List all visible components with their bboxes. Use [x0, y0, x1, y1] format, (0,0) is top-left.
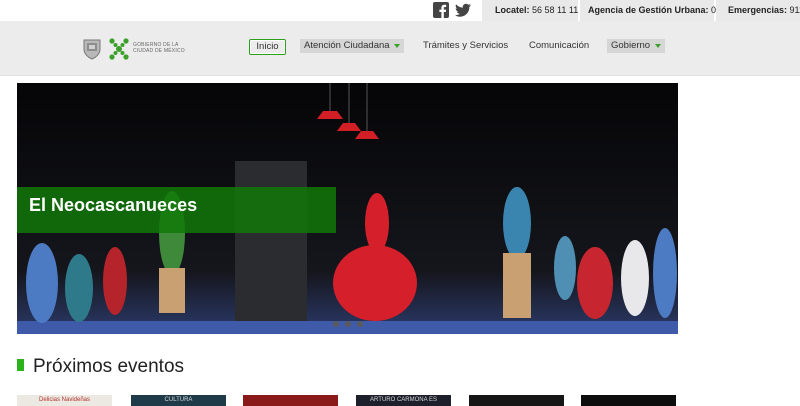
emergencias-number: 911	[789, 5, 800, 15]
event-thumbnail[interactable]	[243, 395, 338, 406]
nav-gobierno-label: Gobierno	[611, 40, 651, 51]
coat-of-arms-icon[interactable]	[83, 38, 101, 60]
agencia-info: Agencia de Gestión Urbana: 072	[580, 0, 726, 21]
locatel-number: 56 58 11 11	[532, 5, 579, 15]
nav-comunicacion[interactable]: Comunicación	[529, 39, 589, 53]
twitter-icon[interactable]	[455, 2, 471, 18]
site-header: GOBIERNO DE LA CIUDAD DE MÉXICO Inicio A…	[0, 21, 800, 76]
top-utility-bar: Locatel: 56 58 11 11 Agencia de Gestión …	[0, 0, 800, 21]
hero-caption[interactable]: El Neocascanueces	[17, 187, 336, 233]
section-title-proximos-eventos: Próximos eventos	[33, 356, 185, 377]
nav-atencion-ciudadana[interactable]: Atención Ciudadana	[300, 39, 404, 53]
locatel-info: Locatel: 56 58 11 11	[482, 0, 578, 21]
event-thumbnail-text: ARTURO CARMONA ES	[370, 397, 437, 403]
dropdown-caret-icon	[394, 44, 400, 48]
slider-dot[interactable]	[333, 321, 339, 327]
nav-tramites-servicios[interactable]: Trámites y Servicios	[423, 39, 508, 53]
emergencias-info: Emergencias: 911	[716, 0, 800, 21]
event-thumbnail[interactable]	[469, 395, 564, 406]
event-thumbnail[interactable]: Delicias Navideñas	[17, 395, 112, 406]
section-marker	[17, 359, 24, 371]
hero-slider[interactable]: El Neocascanueces	[17, 83, 678, 334]
facebook-icon[interactable]	[433, 2, 449, 18]
event-thumbnail[interactable]: ARTURO CARMONA ES	[356, 395, 451, 406]
event-thumbnail[interactable]: CULTURA	[131, 395, 226, 406]
nav-gobierno[interactable]: Gobierno	[607, 39, 665, 53]
cdmx-logo-icon[interactable]	[108, 37, 130, 61]
event-thumbnail[interactable]	[581, 395, 676, 406]
nav-inicio[interactable]: Inicio	[249, 39, 286, 55]
hero-title[interactable]: El Neocascanueces	[29, 195, 197, 216]
dropdown-caret-icon	[655, 44, 661, 48]
slider-dot[interactable]	[345, 321, 351, 327]
nav-atencion-label: Atención Ciudadana	[304, 40, 390, 51]
event-thumbnail-text: CULTURA	[164, 397, 193, 403]
slider-dot[interactable]	[357, 321, 363, 327]
event-thumbnail-text: Delicias Navideñas	[38, 397, 91, 403]
logo-text[interactable]: GOBIERNO DE LA CIUDAD DE MÉXICO	[133, 42, 189, 54]
